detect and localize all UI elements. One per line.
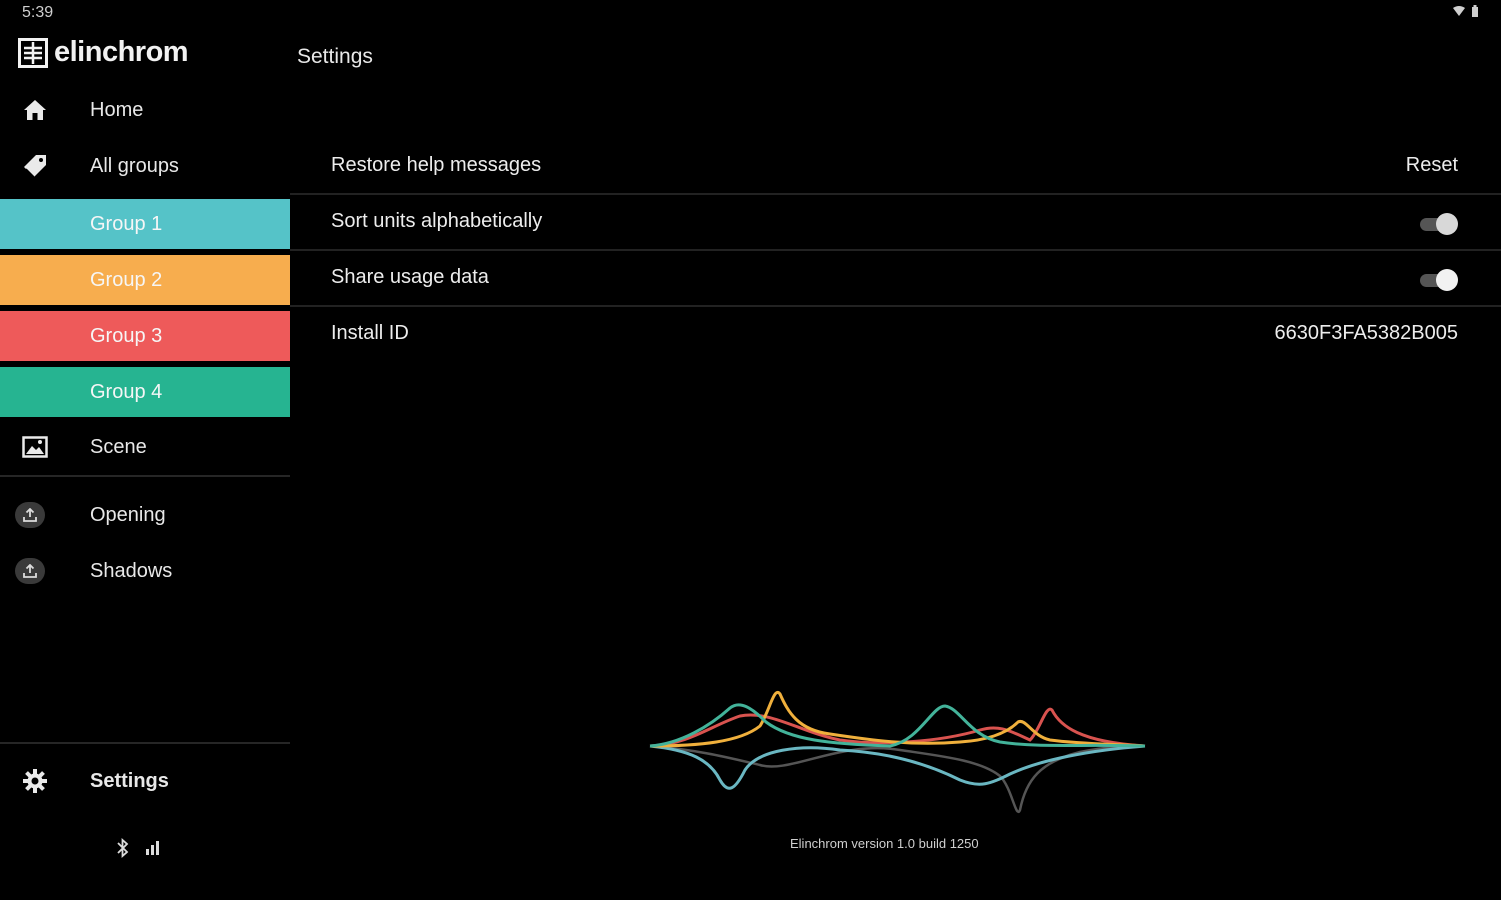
toggle-thumb (1436, 213, 1458, 235)
tag-icon (20, 151, 50, 181)
sidebar-item-group-3[interactable]: Group 3 (0, 311, 290, 361)
status-icons (1453, 5, 1479, 17)
sidebar-divider (0, 742, 290, 744)
upload-icon (15, 500, 45, 530)
restore-help-row: Restore help messages Reset (290, 140, 1501, 194)
sidebar-divider (0, 475, 290, 477)
sort-units-toggle[interactable] (1418, 212, 1458, 236)
gear-icon (20, 766, 50, 796)
page-title: Settings (297, 45, 373, 68)
sidebar-item-label: Scene (90, 435, 147, 458)
wave-yellow (649, 690, 1146, 748)
image-icon (20, 432, 50, 462)
battery-icon (1472, 5, 1478, 17)
waveform-graphic (649, 690, 1146, 814)
upload-icon (15, 556, 45, 586)
sidebar-item-label: Opening (90, 503, 166, 526)
version-label: Elinchrom version 1.0 build 1250 (790, 836, 979, 851)
toggle-thumb (1436, 269, 1458, 291)
signal-icon (146, 841, 159, 855)
install-id-value: 6630F3FA5382B005 (1274, 322, 1459, 344)
sidebar-item-group-2[interactable]: Group 2 (0, 255, 290, 305)
connection-status (115, 836, 161, 860)
brand-name: elinchrom (54, 36, 189, 68)
share-usage-row: Share usage data (290, 252, 1501, 306)
sort-units-label: Sort units alphabetically (331, 210, 543, 232)
elinchrom-logo-icon (18, 37, 48, 68)
share-usage-toggle[interactable] (1418, 268, 1458, 292)
sidebar-item-all-groups[interactable]: All groups (0, 141, 290, 191)
sidebar-item-label: Shadows (90, 559, 173, 582)
install-id-row: Install ID 6630F3FA5382B005 (290, 308, 1501, 362)
brand-logo: elinchrom (18, 36, 189, 69)
group-label: Group 3 (90, 324, 163, 347)
sidebar-item-group-4[interactable]: Group 4 (0, 367, 290, 417)
sidebar-item-home[interactable]: Home (0, 85, 290, 135)
restore-help-label: Restore help messages (331, 154, 542, 176)
wave-teal-lower (649, 744, 1146, 790)
sidebar-item-settings[interactable]: Settings (0, 756, 290, 806)
sidebar-item-label: Settings (90, 769, 169, 792)
sort-units-row: Sort units alphabetically (290, 196, 1501, 250)
reset-button[interactable]: Reset (1406, 154, 1458, 177)
bluetooth-icon (117, 837, 129, 859)
share-usage-label: Share usage data (331, 266, 489, 288)
sidebar-item-label: Home (90, 98, 144, 121)
sidebar-item-opening[interactable]: Opening (0, 490, 290, 540)
sidebar: elinchrom Home All groups Group 1 Group … (0, 0, 290, 900)
sidebar-item-shadows[interactable]: Shadows (0, 546, 290, 596)
sidebar-item-label: All groups (90, 154, 179, 177)
row-divider (290, 305, 1501, 307)
row-divider (290, 249, 1501, 251)
install-id-label: Install ID (331, 322, 409, 344)
group-label: Group 1 (90, 212, 163, 235)
sidebar-item-scene[interactable]: Scene (0, 422, 290, 472)
sidebar-item-group-1[interactable]: Group 1 (0, 199, 290, 249)
row-divider (290, 193, 1501, 195)
group-label: Group 2 (90, 268, 163, 291)
wifi-icon (1453, 6, 1465, 16)
group-label: Group 4 (90, 380, 163, 403)
home-icon (20, 95, 50, 125)
